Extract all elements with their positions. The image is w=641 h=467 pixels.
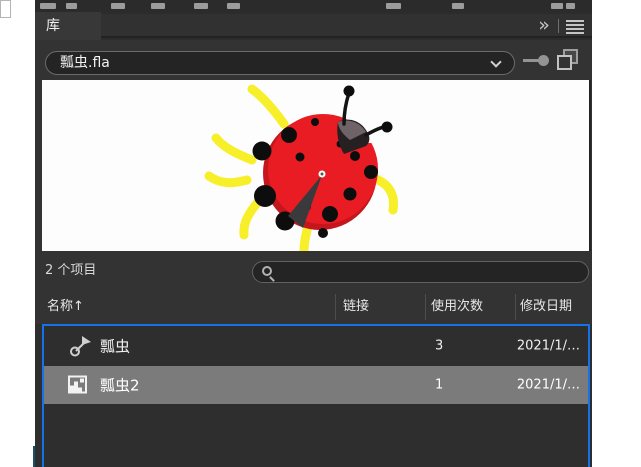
bitmap-icon: [68, 375, 87, 394]
chevron-down-icon: [490, 56, 502, 68]
cropped-toolbar-icon: [566, 3, 575, 9]
cropped-toolbar-icon: [151, 3, 165, 9]
list-header: 名称↑ 链接 使用次数 修改日期: [35, 290, 592, 324]
column-header-linkage[interactable]: 链接: [343, 290, 369, 324]
asset-list: 瓢虫 3 2021/1/… 瓢虫2 1 2021/1/…: [35, 324, 592, 467]
library-toolbar-row: 2 个项目: [35, 251, 592, 290]
column-header-name[interactable]: 名称↑: [47, 290, 84, 324]
item-modified-date: 2021/1/…: [516, 338, 580, 354]
column-divider[interactable]: [515, 294, 516, 320]
column-divider[interactable]: [335, 294, 336, 320]
page-corner-artifact: [0, 0, 11, 18]
item-modified-date: 2021/1/…: [516, 377, 580, 393]
list-item-ladybug[interactable]: 瓢虫 3 2021/1/…: [44, 326, 588, 366]
column-divider[interactable]: [425, 294, 426, 320]
item-use-count: 1: [435, 377, 444, 393]
column-header-use-count[interactable]: 使用次数: [431, 290, 483, 324]
tab-bar-shelf: [101, 14, 592, 38]
sort-ascending-icon: ↑: [73, 299, 84, 314]
pin-library-icon[interactable]: [523, 52, 553, 68]
graphic-symbol-icon: [70, 336, 91, 357]
document-dropdown[interactable]: 瓢虫.fla: [45, 51, 515, 75]
document-selector-row: 瓢虫.fla: [35, 40, 592, 80]
panel-tab-bar: 库 »: [35, 12, 592, 40]
item-name: 瓢虫: [100, 337, 131, 356]
item-use-count: 3: [435, 338, 444, 354]
new-library-panel-icon[interactable]: [557, 49, 583, 73]
tab-library[interactable]: 库: [35, 12, 101, 40]
column-header-modified[interactable]: 修改日期: [520, 290, 572, 324]
list-item-ladybug2-selected[interactable]: 瓢虫2 1 2021/1/…: [44, 366, 588, 404]
cropped-toolbar-icon: [386, 3, 401, 9]
cropped-toolbar-icon: [551, 3, 563, 9]
search-input[interactable]: [252, 261, 589, 283]
cropped-toolbar-icon: [111, 3, 125, 9]
cropped-toolbar-icon: [452, 3, 464, 9]
cropped-toolbar-strip: [35, 0, 592, 12]
items-count-label: 2 个项目: [45, 263, 97, 278]
item-name: 瓢虫2: [100, 376, 140, 395]
symbol-preview-pane: [42, 80, 591, 251]
ladybug-preview-image: [204, 84, 399, 251]
cropped-toolbar-icon: [66, 3, 77, 9]
cropped-toolbar-icon: [194, 3, 208, 9]
cropped-toolbar-icon: [227, 3, 240, 9]
search-icon: [262, 266, 272, 276]
panel-menu-icon[interactable]: [566, 20, 584, 34]
screenshot-stage: 库 » 瓢虫.fla 2 个项目 名称↑ 链接 使用次数 修改日期 瓢虫 3 2…: [0, 0, 641, 467]
divider: [558, 19, 559, 33]
cropped-toolbar-icon: [40, 3, 56, 9]
document-dropdown-value: 瓢虫.fla: [60, 55, 110, 71]
collapse-to-icons-icon[interactable]: »: [532, 12, 556, 40]
